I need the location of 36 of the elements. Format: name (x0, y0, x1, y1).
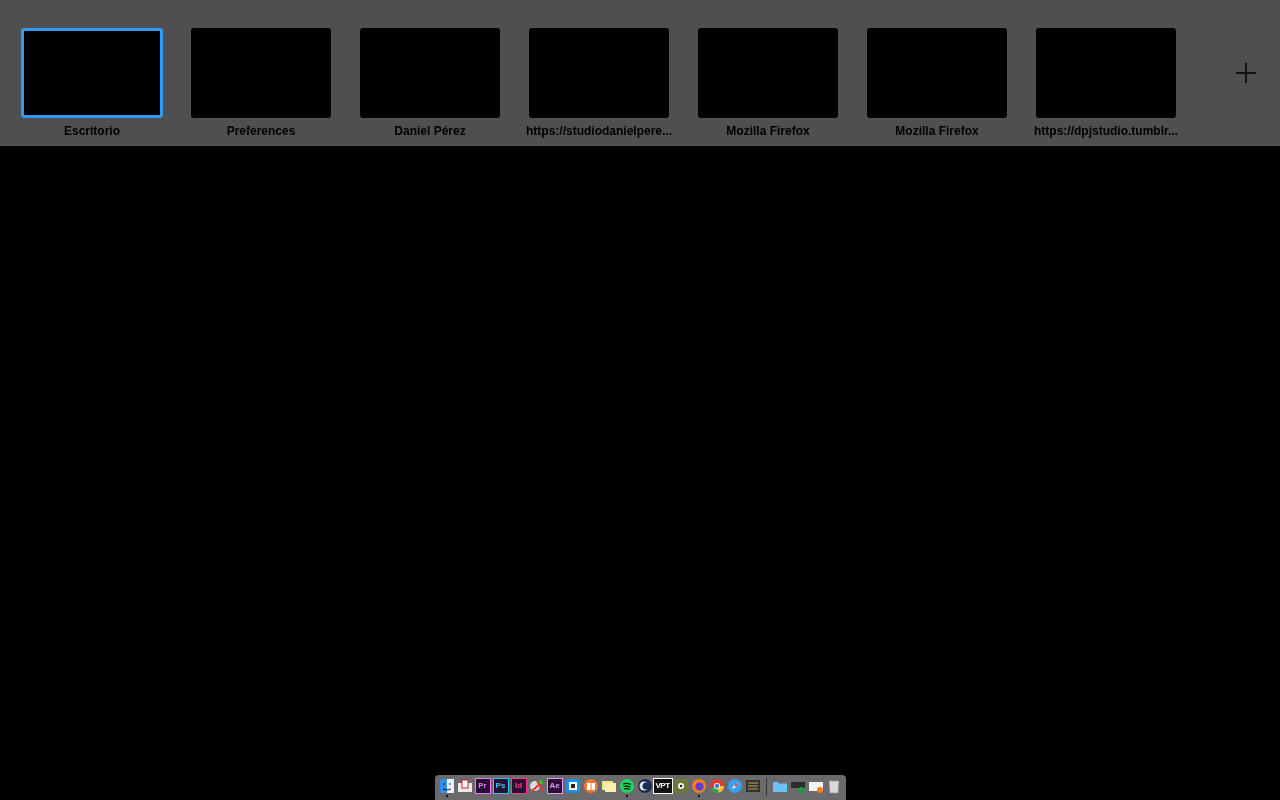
sound-waves-icon[interactable] (618, 778, 635, 794)
desktop-space[interactable]: Mozilla Firefox (866, 27, 1008, 138)
desktop-space[interactable]: Daniel Pérez (359, 27, 501, 138)
desktop-space[interactable]: Mozilla Firefox (697, 27, 839, 138)
app-icon[interactable]: Ps (492, 778, 509, 794)
desktop-space[interactable]: Preferences (190, 27, 332, 138)
fox-icon[interactable] (690, 778, 707, 794)
space-thumbnail[interactable] (1036, 28, 1176, 118)
app-icon[interactable]: Pr (474, 778, 491, 794)
space-label: Escritorio (64, 124, 120, 138)
space-thumbnail[interactable] (529, 28, 669, 118)
desktop-space[interactable]: https://studiodanielpere... (528, 27, 670, 138)
space-label: Mozilla Firefox (726, 124, 810, 138)
note-icon[interactable] (600, 778, 617, 794)
trash-icon[interactable] (825, 778, 842, 794)
space-thumbnail[interactable] (867, 28, 1007, 118)
space-label: Mozilla Firefox (895, 124, 979, 138)
space-label: https://dpjstudio.tumblr... (1034, 124, 1178, 138)
app-icon[interactable]: Id (510, 778, 527, 794)
space-thumbnail[interactable] (360, 28, 500, 118)
browser-circle-icon[interactable] (708, 778, 725, 794)
desktop-space[interactable]: Escritorio (21, 27, 163, 138)
book-icon[interactable] (582, 778, 599, 794)
space-thumbnail[interactable] (698, 28, 838, 118)
space-label: Daniel Pérez (394, 124, 466, 138)
face-icon[interactable] (438, 778, 455, 794)
space-thumbnail[interactable] (21, 28, 163, 118)
add-space-icon[interactable] (1235, 62, 1257, 84)
space-label: Preferences (226, 124, 296, 138)
compass-icon[interactable] (726, 778, 743, 794)
space-thumbnail[interactable] (191, 28, 331, 118)
app-icon[interactable]: Ae (546, 778, 563, 794)
app-icon[interactable]: VPT (652, 778, 673, 794)
space-label: https://studiodanielpere... (526, 124, 672, 138)
desktop-space[interactable]: https://dpjstudio.tumblr... (1035, 27, 1177, 138)
document-icon[interactable] (456, 778, 473, 794)
